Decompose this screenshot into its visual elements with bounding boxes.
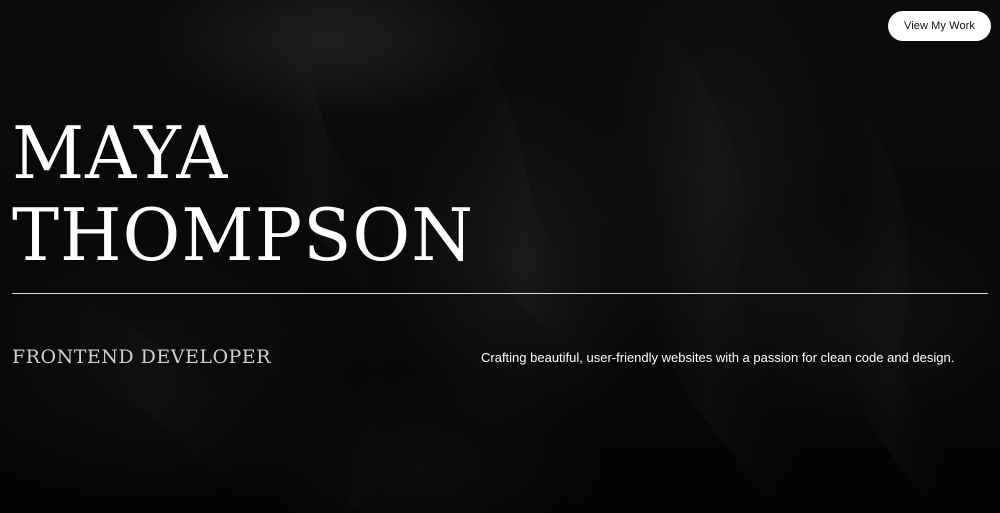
view-my-work-button[interactable]: View My Work (888, 11, 991, 41)
hero-section: View My Work MAYA THOMPSON FRONTEND DEVE… (0, 0, 1000, 513)
hero-role: FRONTEND DEVELOPER (12, 346, 271, 368)
hero-tagline: Crafting beautiful, user-friendly websit… (481, 350, 955, 365)
hero-name-last: THOMPSON (12, 193, 474, 277)
hero-name-first: MAYA (12, 111, 229, 195)
hero-name: MAYA THOMPSON (12, 112, 474, 276)
hero-divider (12, 293, 988, 294)
